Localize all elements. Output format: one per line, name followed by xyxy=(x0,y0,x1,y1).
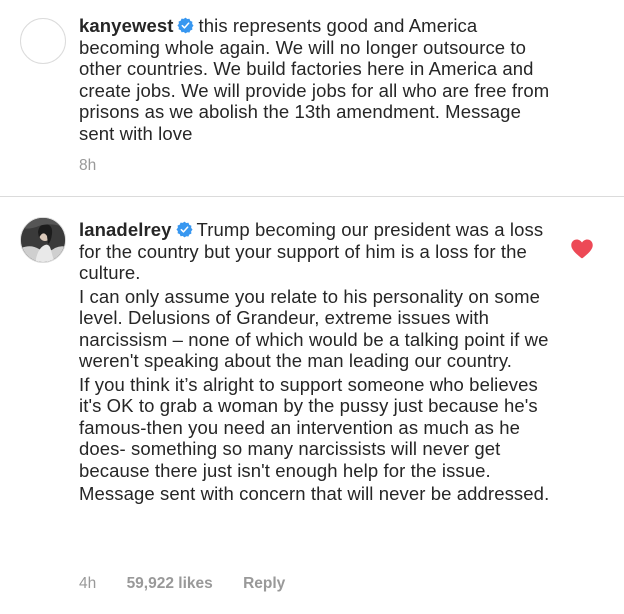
verified-badge-icon xyxy=(177,17,195,34)
avatar-photo-image xyxy=(21,218,65,262)
comment-paragraph: I can only assume you relate to his pers… xyxy=(79,285,549,372)
comment-paragraph: Message sent with concern that will neve… xyxy=(79,483,550,504)
comment-kanyewest: kanyewest this represents good and Ameri… xyxy=(0,0,624,196)
verified-badge-icon xyxy=(175,221,193,238)
comment-body: lanadelrey Trump becoming our president … xyxy=(79,219,554,505)
avatar[interactable] xyxy=(20,18,66,64)
comment-paragraph: lanadelrey Trump becoming our president … xyxy=(79,219,554,284)
reply-button[interactable]: Reply xyxy=(243,575,285,592)
comment-meta: 8h xyxy=(79,157,122,175)
timestamp[interactable]: 8h xyxy=(79,157,96,174)
avatar[interactable] xyxy=(20,217,66,263)
comment-paragraph: kanyewest this represents good and Ameri… xyxy=(79,15,554,144)
comment-meta: 4h 59,922 likes Reply xyxy=(79,575,311,593)
likes-count[interactable]: 59,922 likes xyxy=(127,575,213,592)
username[interactable]: kanyewest xyxy=(79,15,173,36)
username[interactable]: lanadelrey xyxy=(79,219,172,240)
comment-paragraph: If you think it’s alright to support som… xyxy=(79,373,538,481)
heart-icon[interactable] xyxy=(571,239,593,259)
comment-lanadelrey: lanadelrey Trump becoming our president … xyxy=(0,197,624,614)
timestamp[interactable]: 4h xyxy=(79,575,96,592)
comment-body: kanyewest this represents good and Ameri… xyxy=(79,15,554,144)
